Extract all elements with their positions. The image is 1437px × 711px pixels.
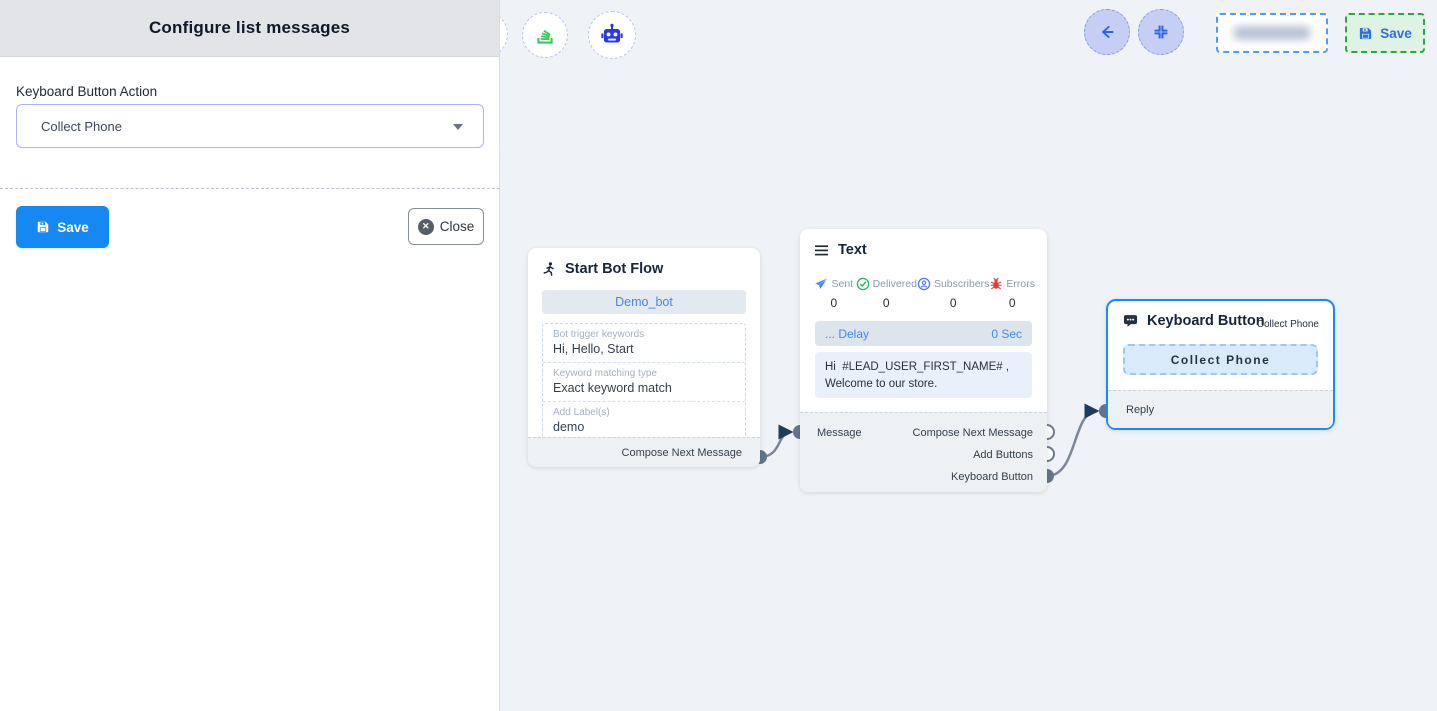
start-fields-box: Bot trigger keywords Hi, Hello, Start Ke… [542, 323, 746, 441]
panel-title: Configure list messages [149, 18, 350, 38]
bug-icon [989, 277, 1003, 291]
start-node-footer: Compose Next Message [528, 437, 760, 467]
flow-canvas[interactable]: Save Start Bot Flow Demo_bot Bot trigger… [500, 0, 1437, 711]
panel-close-label: Close [440, 219, 475, 234]
keyboard-input-label: Reply [1126, 404, 1154, 416]
select-value: Collect Phone [41, 119, 122, 134]
stack-icon [534, 24, 556, 46]
stat-subscribers: Subscribers 0 [917, 277, 989, 310]
delay-value: 0 Sec [991, 327, 1022, 341]
floppy-icon [36, 220, 50, 234]
text-input-label: Message [817, 427, 862, 439]
configure-panel: Configure list messages Keyboard Button … [0, 0, 500, 711]
redacted-label-blur [1233, 26, 1311, 40]
robot-icon [600, 23, 624, 47]
node-text[interactable]: Text Sent 0 [800, 229, 1047, 492]
text-output-addbuttons-label: Add Buttons [973, 449, 1033, 461]
keyboard-action-field-label: Keyboard Button Action [16, 84, 157, 99]
person-running-icon [542, 261, 556, 277]
stats-row: Sent 0 Delivered 0 [812, 277, 1035, 310]
stat-delivered: Delivered 0 [856, 277, 917, 310]
field-keyword-matching-type[interactable]: Keyword matching type Exact keyword matc… [543, 363, 745, 402]
paper-plane-icon [814, 277, 828, 291]
panel-close-button[interactable]: ✕ Close [408, 208, 484, 245]
back-button[interactable] [1084, 9, 1130, 55]
connection-text-to-keyboard[interactable] [1047, 411, 1097, 476]
stat-sent: Sent 0 [812, 277, 856, 310]
field-bot-trigger-keywords[interactable]: Bot trigger keywords Hi, Hello, Start [543, 324, 745, 363]
compress-button[interactable] [1138, 9, 1184, 55]
start-node-title: Start Bot Flow [565, 261, 663, 277]
start-node-header: Start Bot Flow [528, 248, 760, 285]
check-circle-icon [856, 277, 870, 291]
node-keyboard-button[interactable]: Keyboard Button Collect Phone Collect Ph… [1106, 299, 1335, 430]
field-label: Add Label(s) [553, 407, 735, 418]
collect-phone-button[interactable]: Collect Phone [1123, 344, 1318, 375]
text-node-header: Text [800, 229, 1047, 266]
close-icon: ✕ [418, 219, 434, 235]
delay-bar[interactable]: ... Delay 0 Sec [815, 321, 1032, 346]
text-output-keyboard-label: Keyboard Button [951, 471, 1033, 483]
user-circle-icon [917, 277, 931, 291]
field-add-labels[interactable]: Add Label(s) demo [543, 402, 745, 440]
start-output-label: Compose Next Message [622, 447, 742, 459]
chat-bubble-icon [1123, 314, 1138, 328]
panel-header: Configure list messages [0, 0, 499, 57]
keyboard-action-select[interactable]: Collect Phone [16, 104, 484, 148]
compress-icon [1153, 24, 1169, 40]
floppy-icon [1358, 26, 1373, 41]
field-value: Hi, Hello, Start [553, 342, 735, 356]
text-node-title: Text [838, 242, 867, 258]
arrow-left-icon [1098, 23, 1116, 41]
app: Save Start Bot Flow Demo_bot Bot trigger… [0, 0, 1437, 711]
panel-save-button[interactable]: Save [16, 206, 109, 248]
chevron-down-icon [453, 124, 463, 130]
field-value: demo [553, 420, 735, 434]
toolbar-hidden-button[interactable] [500, 11, 508, 57]
keyboard-corner-label: Collect Phone [1257, 319, 1319, 330]
message-preview[interactable]: Hi #LEAD_USER_FIRST_NAME# , Welcome to o… [815, 352, 1032, 398]
keyboard-node-title: Keyboard Button [1147, 313, 1265, 329]
stat-errors: Errors 0 [989, 277, 1035, 310]
text-output-compose-label: Compose Next Message [913, 427, 1033, 439]
node-start-bot-flow[interactable]: Start Bot Flow Demo_bot Bot trigger keyw… [528, 248, 760, 467]
toolbar-save-button[interactable]: Save [1345, 13, 1425, 53]
field-label: Bot trigger keywords [553, 329, 735, 340]
field-value: Exact keyword match [553, 381, 735, 395]
field-label: Keyword matching type [553, 368, 735, 379]
text-node-footer: Message Compose Next Message Add Buttons… [800, 412, 1047, 492]
robot-button[interactable] [588, 11, 636, 59]
redacted-button[interactable] [1216, 13, 1328, 53]
delay-label: ... Delay [825, 327, 869, 341]
keyboard-node-footer: Reply [1108, 390, 1333, 428]
panel-divider [0, 188, 500, 189]
panel-save-label: Save [57, 220, 89, 235]
toolbar-save-label: Save [1380, 26, 1412, 41]
bot-name-button[interactable]: Demo_bot [542, 290, 746, 314]
bars-icon [814, 244, 829, 257]
connection-start-to-text[interactable] [760, 432, 791, 457]
stack-button[interactable] [522, 12, 568, 58]
